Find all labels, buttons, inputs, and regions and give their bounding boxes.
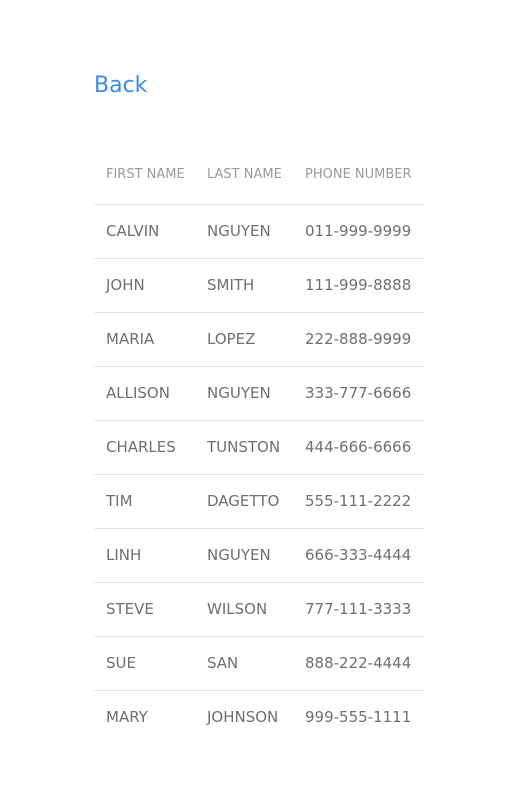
last-name-cell: NGUYEN xyxy=(195,528,293,583)
table-row: MARIA LOPEZ 222-888-9999 xyxy=(94,312,424,367)
phone-number-cell: 444-666-6666 xyxy=(293,420,424,475)
phone-number-cell: 222-888-9999 xyxy=(293,312,424,367)
contacts-table: FIRST NAME LAST NAME PHONE NUMBER CALVIN… xyxy=(94,146,424,744)
phone-number-cell: 888-222-4444 xyxy=(293,636,424,691)
last-name-cell: WILSON xyxy=(195,582,293,637)
phone-number-cell: 011-999-9999 xyxy=(293,204,424,259)
header-last-name: LAST NAME xyxy=(195,146,293,205)
first-name-cell: TIM xyxy=(94,474,195,529)
phone-number-cell: 555-111-2222 xyxy=(293,474,424,529)
table-row: TIM DAGETTO 555-111-2222 xyxy=(94,474,424,529)
last-name-cell: NGUYEN xyxy=(195,204,293,259)
phone-number-cell: 777-111-3333 xyxy=(293,582,424,637)
last-name-cell: LOPEZ xyxy=(195,312,293,367)
first-name-cell: JOHN xyxy=(94,258,195,313)
table-body: CALVIN NGUYEN 011-999-9999 JOHN SMITH 11… xyxy=(94,204,424,745)
last-name-cell: SAN xyxy=(195,636,293,691)
phone-number-cell: 999-555-1111 xyxy=(305,708,412,726)
first-name-cell: SUE xyxy=(94,636,195,691)
first-name-cell: CHARLES xyxy=(94,420,195,475)
last-name-cell: JOHNSON xyxy=(207,708,279,726)
table-row: CALVIN NGUYEN 011-999-9999 xyxy=(94,204,424,259)
first-name-cell: LINH xyxy=(94,528,195,583)
table-row: CHARLES TUNSTON 444-666-6666 xyxy=(94,420,424,475)
first-name-cell: CALVIN xyxy=(94,204,195,259)
table-row: LINH NGUYEN 666-333-4444 xyxy=(94,528,424,583)
last-name-cell: DAGETTO xyxy=(195,474,293,529)
last-name-cell: NGUYEN xyxy=(195,366,293,421)
table-row: STEVE WILSON 777-111-3333 xyxy=(94,582,424,637)
back-link[interactable]: Back xyxy=(94,70,147,102)
last-name-cell: SMITH xyxy=(195,258,293,313)
phone-number-cell: 666-333-4444 xyxy=(293,528,424,583)
last-name-cell: TUNSTON xyxy=(195,420,293,475)
table-row: SUE SAN 888-222-4444 xyxy=(94,636,424,691)
table-row: JOHN SMITH 111-999-8888 xyxy=(94,258,424,313)
contacts-page: Back FIRST NAME LAST NAME PHONE NUMBER C… xyxy=(94,70,424,744)
first-name-cell: MARIA xyxy=(94,312,195,367)
first-name-cell: STEVE xyxy=(94,582,195,637)
first-name-cell: ALLISON xyxy=(94,366,195,421)
table-row: ALLISON NGUYEN 333-777-6666 xyxy=(94,366,424,421)
table-row: MARY JOHNSON 999-555-1111 xyxy=(94,691,424,745)
first-name-cell: MARY xyxy=(106,708,148,726)
phone-number-cell: 111-999-8888 xyxy=(293,258,424,313)
phone-number-cell: 333-777-6666 xyxy=(293,366,424,421)
header-first-name: FIRST NAME xyxy=(94,146,195,205)
table-header-row: FIRST NAME LAST NAME PHONE NUMBER xyxy=(94,146,424,205)
header-phone-number: PHONE NUMBER xyxy=(293,146,424,205)
